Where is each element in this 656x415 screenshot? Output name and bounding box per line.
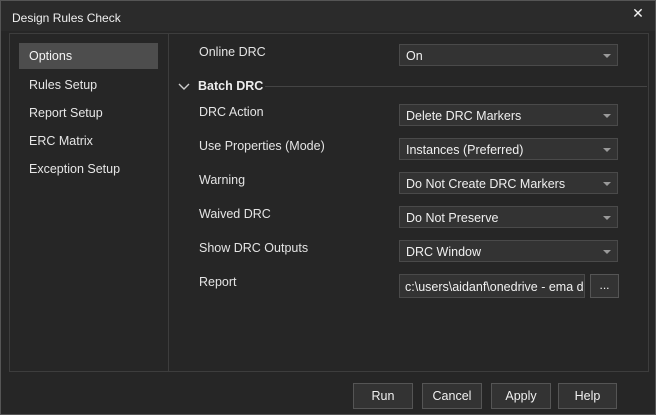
use-properties-select[interactable]: Instances (Preferred) (399, 138, 618, 160)
drc-action-value: Delete DRC Markers (406, 109, 522, 123)
warning-value: Do Not Create DRC Markers (406, 177, 566, 191)
chevron-down-icon[interactable] (178, 82, 190, 92)
dropdown-arrow-icon (603, 54, 611, 58)
dropdown-arrow-icon (603, 250, 611, 254)
section-divider (265, 86, 647, 87)
sidebar: Options Rules Setup Report Setup ERC Mat… (10, 34, 169, 371)
waived-drc-label: Waived DRC (199, 207, 271, 221)
dropdown-arrow-icon (603, 114, 611, 118)
sidebar-item-options[interactable]: Options (19, 43, 158, 69)
drc-action-select[interactable]: Delete DRC Markers (399, 104, 618, 126)
show-drc-outputs-label: Show DRC Outputs (199, 241, 309, 255)
dropdown-arrow-icon (603, 148, 611, 152)
dropdown-arrow-icon (603, 182, 611, 186)
report-label: Report (199, 275, 237, 289)
cancel-button[interactable]: Cancel (422, 383, 482, 409)
online-drc-select[interactable]: On (399, 44, 618, 66)
drc-dialog: Design Rules Check ✕ Options Rules Setup… (0, 0, 656, 415)
sidebar-item-report-setup[interactable]: Report Setup (19, 100, 158, 126)
report-path-input[interactable]: c:\users\aidanf\onedrive - ema design (399, 274, 585, 298)
show-drc-outputs-value: DRC Window (406, 245, 482, 259)
warning-label: Warning (199, 173, 246, 187)
waived-drc-select[interactable]: Do Not Preserve (399, 206, 618, 228)
report-path-value: c:\users\aidanf\onedrive - ema design (405, 280, 584, 294)
online-drc-label: Online DRC (199, 45, 266, 59)
browse-button[interactable]: ... (590, 274, 619, 298)
title-bar: Design Rules Check ✕ (1, 1, 655, 31)
use-properties-value: Instances (Preferred) (406, 143, 524, 157)
waived-drc-value: Do Not Preserve (406, 211, 499, 225)
content-panel: Options Rules Setup Report Setup ERC Mat… (9, 33, 649, 372)
show-drc-outputs-select[interactable]: DRC Window (399, 240, 618, 262)
batch-drc-title: Batch DRC (198, 79, 264, 93)
dropdown-arrow-icon (603, 216, 611, 220)
window-title: Design Rules Check (12, 11, 121, 25)
warning-select[interactable]: Do Not Create DRC Markers (399, 172, 618, 194)
help-button[interactable]: Help (558, 383, 617, 409)
drc-action-label: DRC Action (199, 105, 264, 119)
sidebar-item-rules-setup[interactable]: Rules Setup (19, 72, 158, 98)
apply-button[interactable]: Apply (491, 383, 551, 409)
run-button[interactable]: Run (353, 383, 413, 409)
use-properties-label: Use Properties (Mode) (199, 139, 325, 153)
close-icon[interactable]: ✕ (629, 5, 647, 23)
sidebar-item-exception-setup[interactable]: Exception Setup (19, 156, 158, 182)
sidebar-item-erc-matrix[interactable]: ERC Matrix (19, 128, 158, 154)
online-drc-value: On (406, 49, 423, 63)
